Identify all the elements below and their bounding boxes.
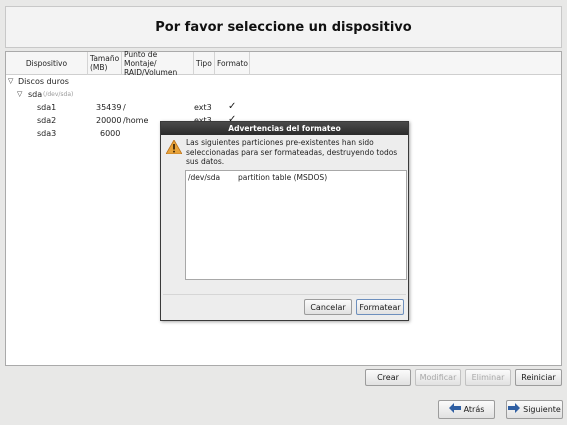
page-header: Por favor seleccione un dispositivo: [5, 6, 562, 48]
partition-name: sda3: [37, 129, 57, 138]
column-header-format[interactable]: Formato: [215, 52, 250, 75]
cancel-button[interactable]: Cancelar: [304, 299, 352, 315]
partition-row[interactable]: sda1 35439 / ext3 ✓: [6, 101, 561, 115]
tree-row-disk[interactable]: ▽ sda (/dev/sda): [6, 89, 561, 102]
column-header-device[interactable]: Dispositivo: [6, 52, 88, 75]
format-list[interactable]: /dev/sda partition table (MSDOS): [185, 170, 407, 280]
format-warning-dialog[interactable]: Advertencias del formateo Las siguientes…: [160, 121, 409, 321]
arrow-right-icon: [508, 403, 521, 416]
reset-button[interactable]: Reiniciar: [515, 369, 562, 386]
group-label: Discos duros: [18, 77, 69, 86]
next-button[interactable]: Siguiente: [506, 400, 563, 419]
dialog-separator: [163, 294, 406, 295]
partition-size: 35439: [96, 103, 122, 112]
column-header-size[interactable]: Tamaño (MB): [88, 52, 122, 75]
partition-name: sda2: [37, 116, 57, 125]
format-item-device: /dev/sda: [188, 173, 221, 182]
partition-mount: /: [123, 103, 126, 112]
partition-type: ext3: [194, 103, 212, 112]
page-title: Por favor seleccione un dispositivo: [155, 19, 412, 35]
dialog-title: Advertencias del formateo: [228, 124, 341, 133]
partition-name: sda1: [37, 103, 57, 112]
modify-button[interactable]: Modificar: [415, 369, 461, 386]
arrow-left-icon: [448, 403, 461, 416]
disk-path: (/dev/sda): [43, 91, 74, 98]
tree-row-hard-disks[interactable]: ▽ Discos duros: [6, 76, 561, 89]
format-button[interactable]: Formatear: [356, 299, 404, 315]
create-button[interactable]: Crear: [365, 369, 411, 386]
dialog-message: Las siguientes particiones pre-existente…: [186, 138, 398, 166]
partition-size: 6000: [100, 129, 121, 138]
delete-button[interactable]: Eliminar: [465, 369, 511, 386]
dialog-title-bar[interactable]: Advertencias del formateo: [161, 122, 408, 135]
column-header-filler: [250, 52, 561, 75]
warning-icon: [165, 139, 183, 155]
partition-mount: /home: [123, 116, 149, 125]
partition-size: 20000: [96, 116, 122, 125]
expander-down-icon[interactable]: ▽: [8, 77, 13, 85]
column-header-type[interactable]: Tipo: [194, 52, 215, 75]
format-item-description: partition table (MSDOS): [238, 173, 328, 182]
column-header-mount[interactable]: Punto de Montaje/ RAID/Volumen: [122, 50, 194, 77]
format-check-icon: ✓: [228, 101, 237, 112]
disk-name: sda: [28, 90, 43, 99]
back-button[interactable]: Atrás: [438, 400, 495, 419]
expander-down-icon[interactable]: ▽: [17, 90, 22, 98]
